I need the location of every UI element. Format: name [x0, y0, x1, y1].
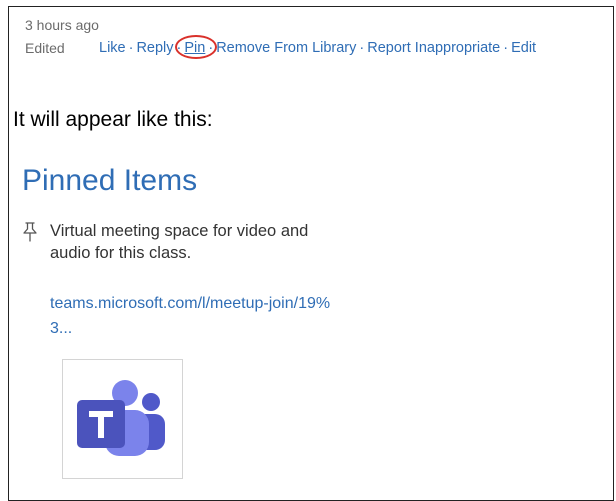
separator: · [503, 40, 509, 56]
pinned-item-description: Virtual meeting space for video and audi… [50, 222, 309, 262]
separator: · [128, 40, 134, 56]
microsoft-teams-logo-icon [77, 380, 165, 456]
edited-label: Edited [25, 40, 65, 56]
pin-icon[interactable] [22, 222, 38, 242]
instruction-text: It will appear like this: [13, 108, 213, 131]
post-timestamp: 3 hours ago [25, 17, 99, 33]
separator: · [176, 40, 182, 56]
meeting-link[interactable]: teams.microsoft.com/l/meetup-join/19%3..… [50, 291, 340, 341]
pin-link-wrapper: Pin [175, 35, 218, 59]
pin-link[interactable]: Pin [184, 40, 205, 56]
separator: · [359, 40, 365, 56]
like-link[interactable]: Like [99, 40, 126, 56]
separator: · [208, 40, 214, 56]
edit-link[interactable]: Edit [511, 40, 536, 56]
report-inappropriate-link[interactable]: Report Inappropriate [367, 40, 500, 56]
teams-logo-card[interactable] [62, 359, 183, 479]
pinned-items-title: Pinned Items [22, 164, 198, 197]
post-action-bar: Like · Reply · Pin · Remove From Library · Repor… [99, 35, 536, 59]
remove-from-library-link[interactable]: Remove From Library [216, 40, 356, 56]
reply-link[interactable]: Reply [136, 40, 173, 56]
